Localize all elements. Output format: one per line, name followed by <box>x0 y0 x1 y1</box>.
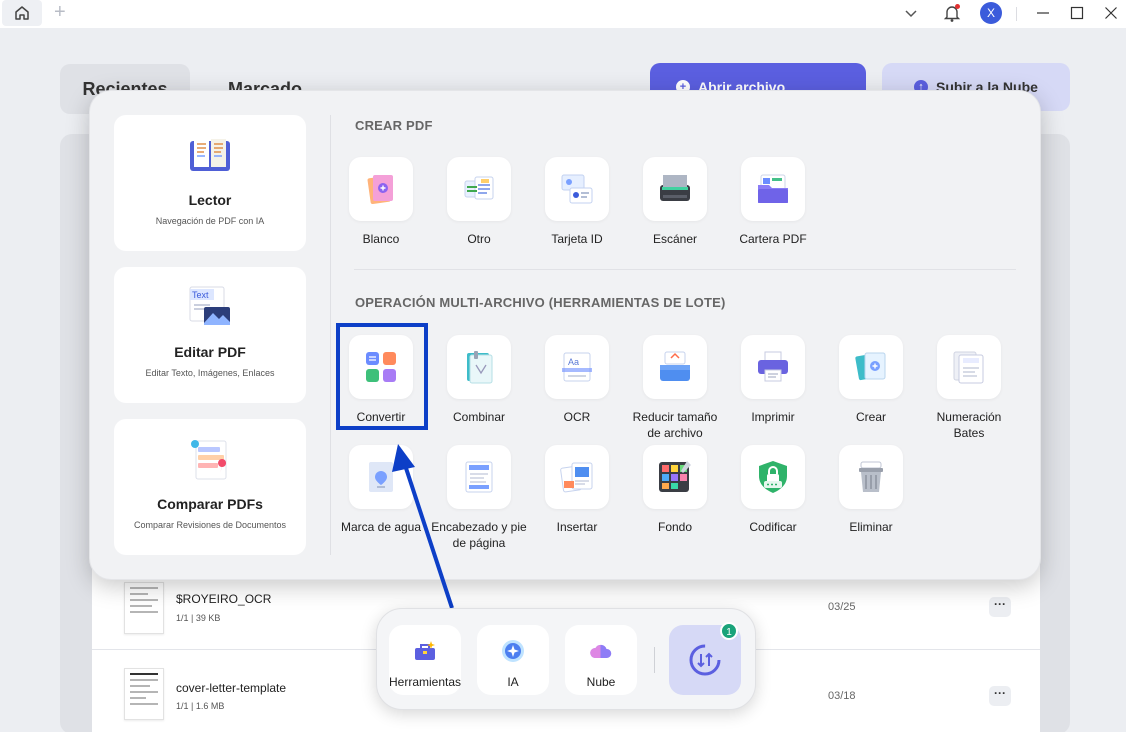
sync-button[interactable]: 1 <box>669 622 741 695</box>
dock-label: Herramientas <box>389 675 462 689</box>
toolbox-icon <box>415 641 435 660</box>
dock-ai-button[interactable]: IA <box>477 625 549 695</box>
dock-label: IA <box>507 675 519 689</box>
dock-tools-button[interactable]: Herramientas <box>389 625 461 695</box>
dock-divider <box>654 647 655 673</box>
dock-label: Nube <box>586 675 616 689</box>
ai-icon <box>502 640 524 662</box>
cloud-icon <box>590 644 612 658</box>
dock-cloud-button[interactable]: Nube <box>565 625 637 695</box>
notification-badge: 1 <box>720 622 738 640</box>
bottom-dock: Herramientas IA Nube 1 <box>376 608 756 710</box>
sync-icon <box>689 644 721 676</box>
